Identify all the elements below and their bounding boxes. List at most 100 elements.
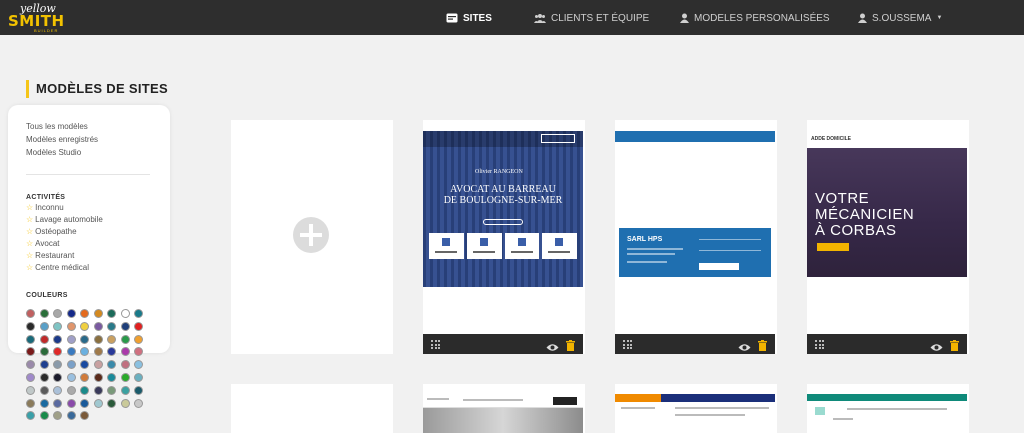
activity-item[interactable]: ☆ Inconnu <box>26 203 64 212</box>
color-swatch[interactable] <box>39 309 49 318</box>
activity-item[interactable]: ☆ Lavage automobile <box>26 215 103 224</box>
color-swatch[interactable] <box>26 385 35 395</box>
trash-icon[interactable] <box>758 338 767 356</box>
color-swatch[interactable] <box>134 309 143 318</box>
color-swatch[interactable] <box>39 398 49 408</box>
color-swatch[interactable] <box>120 309 130 318</box>
color-swatch[interactable] <box>66 411 76 421</box>
filter-all-models[interactable]: Tous les modèles <box>26 122 88 131</box>
color-swatch[interactable] <box>26 334 35 344</box>
grid-icon[interactable] <box>431 340 440 349</box>
color-swatch[interactable] <box>39 360 49 370</box>
color-swatch[interactable] <box>93 309 103 318</box>
activity-item[interactable]: ☆ Avocat <box>26 239 59 248</box>
color-swatch[interactable] <box>80 347 89 357</box>
nav-user-menu[interactable]: S.OUSSEMA ▼ <box>858 10 942 26</box>
activity-item[interactable]: ☆ Centre médical <box>26 263 89 272</box>
color-swatch[interactable] <box>107 347 116 357</box>
color-swatch[interactable] <box>134 321 143 331</box>
color-swatch[interactable] <box>80 321 89 331</box>
color-swatch[interactable] <box>80 372 89 382</box>
color-swatch[interactable] <box>66 360 76 370</box>
color-swatch[interactable] <box>93 334 103 344</box>
color-swatch[interactable] <box>107 385 116 395</box>
color-swatch[interactable] <box>39 347 49 357</box>
color-swatch[interactable] <box>26 321 35 331</box>
template-preview[interactable]: ADDE DOMICILE VOTRE MÉCANICIEN À CORBAS <box>807 131 967 287</box>
color-swatch[interactable] <box>120 321 130 331</box>
color-swatch[interactable] <box>134 372 143 382</box>
color-swatch[interactable] <box>93 347 103 357</box>
trash-icon[interactable] <box>566 338 575 356</box>
color-swatch[interactable] <box>134 334 143 344</box>
color-swatch[interactable] <box>39 334 49 344</box>
filter-studio-models[interactable]: Modèles Studio <box>26 148 81 157</box>
nav-models[interactable]: MODELES PERSONALISÉES <box>680 10 830 26</box>
color-swatch[interactable] <box>120 385 130 395</box>
color-swatch[interactable] <box>120 347 130 357</box>
color-swatch[interactable] <box>26 309 35 318</box>
color-swatch[interactable] <box>80 334 89 344</box>
color-swatch[interactable] <box>53 334 62 344</box>
color-swatch[interactable] <box>107 321 116 331</box>
color-swatch[interactable] <box>134 398 143 408</box>
color-swatch[interactable] <box>66 372 76 382</box>
color-swatch[interactable] <box>66 334 76 344</box>
grid-icon[interactable] <box>815 340 824 349</box>
color-swatch[interactable] <box>107 372 116 382</box>
template-card[interactable] <box>807 384 969 433</box>
color-swatch[interactable] <box>39 321 49 331</box>
eye-icon[interactable] <box>546 339 559 357</box>
grid-icon[interactable] <box>623 340 632 349</box>
template-card[interactable]: ADDE DOMICILE VOTRE MÉCANICIEN À CORBAS <box>807 120 969 354</box>
color-swatch[interactable] <box>53 398 62 408</box>
color-swatch[interactable] <box>80 309 89 318</box>
color-swatch[interactable] <box>26 347 35 357</box>
color-swatch[interactable] <box>107 398 116 408</box>
activity-item[interactable]: ☆ Ostéopathe <box>26 227 77 236</box>
color-swatch[interactable] <box>39 411 49 421</box>
color-swatch[interactable] <box>134 360 143 370</box>
color-swatch[interactable] <box>53 385 62 395</box>
color-swatch[interactable] <box>120 360 130 370</box>
color-swatch[interactable] <box>66 347 76 357</box>
color-swatch[interactable] <box>39 372 49 382</box>
color-swatch[interactable] <box>107 360 116 370</box>
activity-item[interactable]: ☆ Restaurant <box>26 251 74 260</box>
color-swatch[interactable] <box>80 398 89 408</box>
template-preview[interactable] <box>615 394 775 433</box>
logo[interactable]: yellow SMITH BUILDER <box>6 2 66 34</box>
color-swatch[interactable] <box>93 372 103 382</box>
color-swatch[interactable] <box>66 321 76 331</box>
color-swatch[interactable] <box>93 360 103 370</box>
color-swatch[interactable] <box>39 385 49 395</box>
color-swatch[interactable] <box>80 360 89 370</box>
template-card[interactable]: SARL HPS <box>615 120 777 354</box>
color-swatch[interactable] <box>53 347 62 357</box>
color-swatch[interactable] <box>26 372 35 382</box>
nav-sites[interactable]: SITES <box>446 10 492 26</box>
template-preview[interactable] <box>807 394 967 433</box>
color-swatch[interactable] <box>66 385 76 395</box>
color-swatch[interactable] <box>80 411 89 421</box>
color-swatch[interactable] <box>93 385 103 395</box>
color-swatch[interactable] <box>93 398 103 408</box>
trash-icon[interactable] <box>950 338 959 356</box>
color-swatch[interactable] <box>53 321 62 331</box>
color-swatch[interactable] <box>26 398 35 408</box>
color-swatch[interactable] <box>53 411 62 421</box>
template-card[interactable]: Olivier RANGEON AVOCAT AU BARREAU DE BOU… <box>423 120 585 354</box>
color-swatch[interactable] <box>107 309 116 318</box>
color-swatch[interactable] <box>66 398 76 408</box>
color-swatch[interactable] <box>134 347 143 357</box>
template-card[interactable] <box>231 384 393 433</box>
color-swatch[interactable] <box>134 385 143 395</box>
color-swatch[interactable] <box>53 372 62 382</box>
color-swatch[interactable] <box>26 411 35 421</box>
template-preview[interactable] <box>423 394 583 433</box>
color-swatch[interactable] <box>120 398 130 408</box>
color-swatch[interactable] <box>53 360 62 370</box>
eye-icon[interactable] <box>738 339 751 357</box>
new-site-card[interactable] <box>231 120 393 354</box>
plus-icon[interactable] <box>293 217 329 253</box>
